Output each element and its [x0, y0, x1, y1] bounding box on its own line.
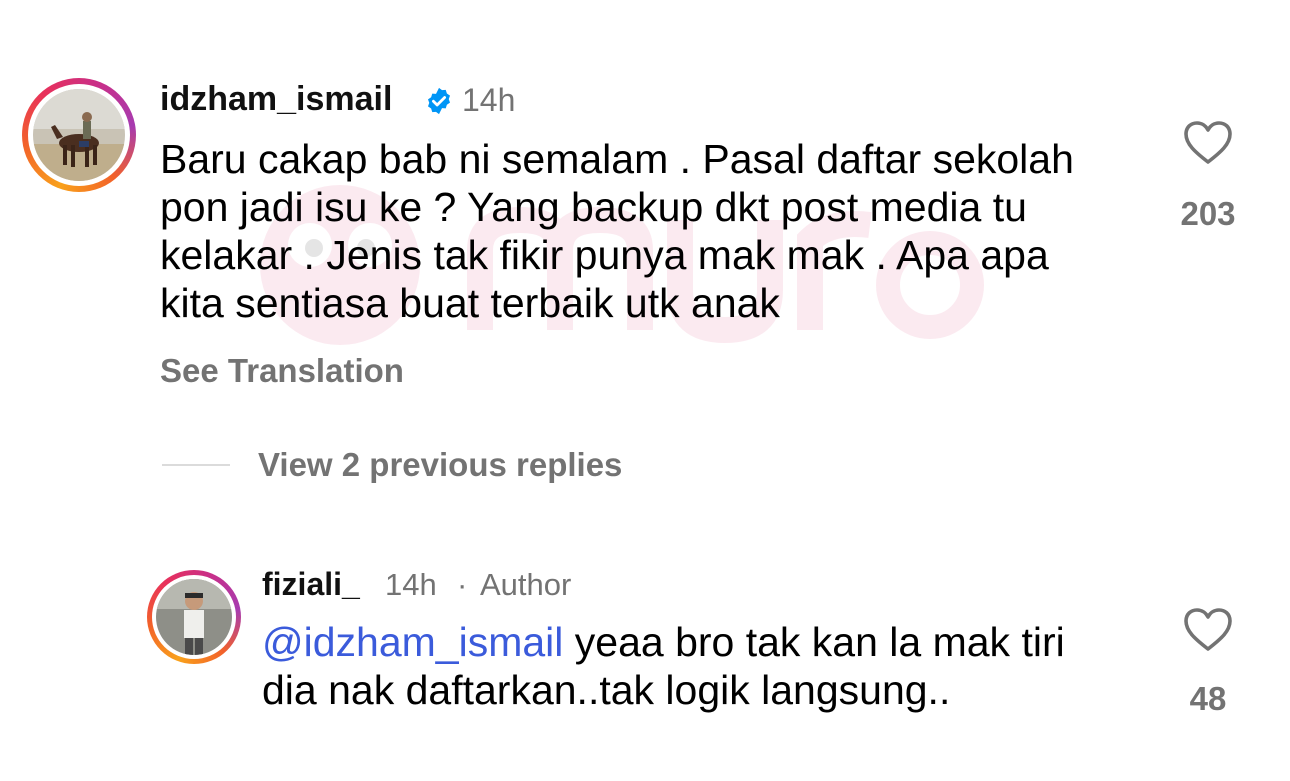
- mention-link[interactable]: @idzham_ismail: [262, 619, 563, 665]
- reply-text: @idzham_ismail yeaa bro tak kan la mak t…: [262, 618, 1162, 714]
- reply-time: 14h: [385, 567, 437, 602]
- heart-outline-icon[interactable]: [1183, 120, 1233, 166]
- verified-badge-icon: [428, 87, 450, 115]
- avatar[interactable]: [156, 579, 232, 655]
- avatar[interactable]: [33, 89, 125, 181]
- author-label: Author: [480, 567, 572, 602]
- comment-text-line: kelakar . Jenis tak fikir punya mak mak …: [160, 232, 1049, 278]
- reply-text-segment: yeaa bro tak kan la mak tiri: [563, 619, 1065, 665]
- comment-text: Baru cakap bab ni semalam . Pasal daftar…: [160, 135, 1160, 327]
- comment-text-line: kita sentiasa buat terbaik utk anak: [160, 280, 780, 326]
- reply-text-line: dia nak daftarkan..tak logik langsung..: [262, 667, 951, 713]
- meta-separator: ·: [457, 567, 468, 602]
- comment-text-line: Baru cakap bab ni semalam . Pasal daftar…: [160, 136, 1074, 182]
- reply-username[interactable]: fiziali_: [262, 566, 360, 603]
- avatar-horse-rider-image: [33, 89, 125, 181]
- avatar-person-image: [156, 579, 232, 655]
- see-translation-link[interactable]: See Translation: [160, 352, 404, 390]
- comment-username[interactable]: idzham_ismail: [160, 80, 392, 119]
- reply-text-line: @idzham_ismail yeaa bro tak kan la mak t…: [262, 618, 1162, 666]
- view-previous-replies-button[interactable]: View 2 previous replies: [258, 446, 622, 484]
- heart-outline-icon[interactable]: [1183, 607, 1233, 653]
- like-count: 203: [1180, 195, 1236, 232]
- replies-divider-line: [162, 464, 230, 466]
- comment-time: 14h: [462, 82, 516, 118]
- like-count: 48: [1189, 680, 1227, 717]
- comment-text-line: pon jadi isu ke ? Yang backup dkt post m…: [160, 184, 1027, 230]
